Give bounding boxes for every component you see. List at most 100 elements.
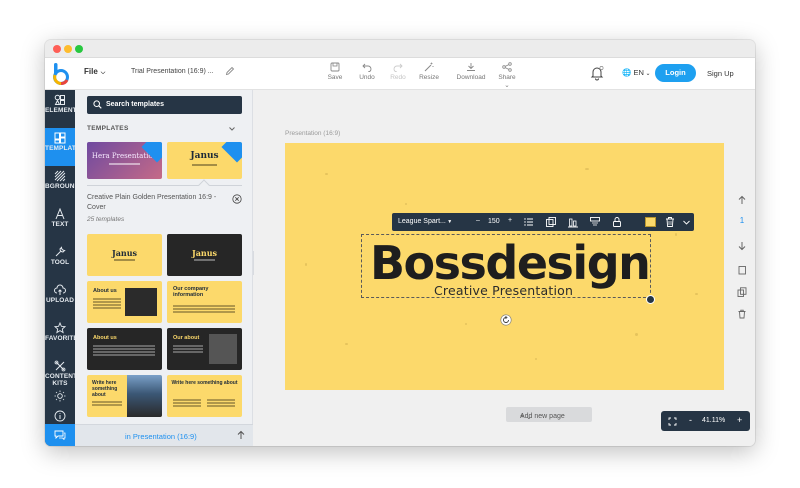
color-swatch[interactable] xyxy=(645,217,656,227)
nav-templates[interactable]: TEMPLATES xyxy=(45,128,75,166)
nav-tool[interactable]: TOOL xyxy=(45,242,75,280)
thumb-text-lines xyxy=(93,298,121,300)
document-title[interactable]: Trial Presentation (16:9) ... xyxy=(131,68,217,75)
thumb-image xyxy=(209,334,237,364)
template-grid-icon xyxy=(54,132,66,144)
paint-roller-icon[interactable] xyxy=(589,216,601,228)
arrow-down-icon xyxy=(738,242,746,251)
rotate-icon[interactable] xyxy=(500,314,512,326)
slide-thumb-about-dark[interactable]: About us xyxy=(87,328,162,370)
font-size-increase-button[interactable]: + xyxy=(508,217,512,224)
caret-down-icon: ▼ xyxy=(445,219,453,225)
slide-thumb-write-photo[interactable]: Write here something about xyxy=(87,375,162,417)
minimize-window-button[interactable] xyxy=(64,45,72,53)
nav-background[interactable]: BGROUND xyxy=(45,166,75,204)
download-button[interactable]: Download xyxy=(454,62,488,88)
duplicate-page-button[interactable] xyxy=(735,284,749,298)
file-menu[interactable]: File ⌵ xyxy=(84,67,105,77)
template-thumb-hera[interactable]: Hera Presentation xyxy=(87,142,162,179)
zoom-level: 41.11% xyxy=(702,417,726,424)
nav-text-label: TEXT xyxy=(51,221,69,228)
font-family-value: League Spart... xyxy=(398,218,446,225)
share-icon xyxy=(502,62,512,72)
page-icon xyxy=(738,266,746,275)
redo-button[interactable]: Redo xyxy=(381,62,415,88)
duplicate-icon[interactable] xyxy=(545,216,557,228)
texture-speck xyxy=(675,233,677,236)
zoom-out-button[interactable]: - xyxy=(689,415,692,425)
delete-page-button[interactable] xyxy=(735,306,749,320)
template-thumb-janus[interactable]: Janus xyxy=(167,142,242,179)
slide-thumb-company[interactable]: Our company information xyxy=(167,281,242,323)
more-options-icon[interactable] xyxy=(682,216,691,228)
close-window-button[interactable] xyxy=(53,45,61,53)
thumb-photo xyxy=(127,375,162,417)
chevron-down-icon[interactable] xyxy=(227,124,237,134)
slide-headline[interactable]: Bossdesign xyxy=(370,236,651,290)
font-size-decrease-button[interactable]: – xyxy=(476,217,480,224)
presentation-link[interactable]: in Presentation (16:9) xyxy=(125,432,197,441)
slide-thumb-cover-dark[interactable]: Janus xyxy=(167,234,242,276)
font-family-select[interactable]: League Spart... ▼ xyxy=(398,218,452,225)
move-page-down-button[interactable] xyxy=(735,238,749,252)
pencil-icon[interactable] xyxy=(225,66,235,76)
slide-thumb-cover-light[interactable]: Janus xyxy=(87,234,162,276)
nav-text[interactable]: TEXT xyxy=(45,204,75,242)
nav-elements[interactable]: ELEMENTS xyxy=(45,90,75,128)
lock-icon[interactable] xyxy=(611,216,623,228)
texture-speck xyxy=(325,173,328,175)
nav-favorites[interactable]: FAVORITES xyxy=(45,318,75,356)
chat-button[interactable] xyxy=(45,424,75,446)
signup-link[interactable]: Sign Up xyxy=(707,69,734,78)
share-button[interactable]: Share ⌄ xyxy=(490,62,524,89)
search-placeholder: Search templates xyxy=(106,101,164,108)
language-selector[interactable]: 🌐 EN ⌄ xyxy=(622,68,651,77)
move-page-up-button[interactable] xyxy=(735,192,749,206)
templates-panel: Search templates TEMPLATES Hera Presenta… xyxy=(75,90,253,446)
zoom-in-button[interactable]: + xyxy=(737,415,742,425)
slide-canvas[interactable]: Bossdesign Creative Presentation xyxy=(285,143,724,390)
divider xyxy=(87,185,242,186)
save-button[interactable]: Save xyxy=(318,62,352,88)
resize-button[interactable]: Resize xyxy=(412,62,446,88)
trash-icon[interactable] xyxy=(664,216,676,228)
close-icon[interactable] xyxy=(232,194,242,204)
info-button[interactable] xyxy=(45,406,75,422)
list-icon[interactable] xyxy=(523,216,535,228)
slide-thumb-title: About us xyxy=(93,288,117,294)
bell-icon[interactable] xyxy=(590,65,604,81)
maximize-window-button[interactable] xyxy=(75,45,83,53)
align-icon[interactable] xyxy=(567,216,579,228)
sun-icon xyxy=(54,390,66,402)
arrow-up-icon[interactable] xyxy=(236,430,246,440)
logo-icon[interactable] xyxy=(50,61,72,87)
content-kits-icon xyxy=(54,360,66,372)
thumb-subtitle-line xyxy=(194,259,215,261)
font-size-value[interactable]: 150 xyxy=(488,218,500,225)
slide-thumb-about[interactable]: About us xyxy=(87,281,162,323)
add-blank-page-button[interactable] xyxy=(735,262,749,276)
chevron-down-icon: ⌄ xyxy=(526,414,532,421)
resize-handle[interactable] xyxy=(646,295,655,304)
undo-icon xyxy=(362,63,372,72)
texture-speck xyxy=(585,168,589,170)
thumb-subtitle-line xyxy=(192,164,217,166)
undo-label: Undo xyxy=(359,74,375,81)
login-button[interactable]: Login xyxy=(655,64,696,82)
search-templates-input[interactable]: Search templates xyxy=(87,96,242,114)
undo-button[interactable]: Undo xyxy=(350,62,384,88)
nav-upload[interactable]: UPLOAD xyxy=(45,280,75,318)
templates-section-label: TEMPLATES xyxy=(87,125,129,132)
wrench-icon xyxy=(55,246,66,257)
slide-thumb-write-text[interactable]: Write here something about xyxy=(167,375,242,417)
arrow-up-icon xyxy=(738,195,746,204)
theme-toggle[interactable] xyxy=(45,386,75,402)
texture-speck xyxy=(405,203,407,205)
fit-screen-icon[interactable] xyxy=(668,417,677,426)
info-icon xyxy=(54,410,66,422)
magic-wand-icon xyxy=(424,62,434,72)
add-new-page-button[interactable]: + Add new page ⌄ xyxy=(506,407,592,422)
slide-subheadline[interactable]: Creative Presentation xyxy=(434,283,573,298)
language-label: EN xyxy=(633,68,644,77)
slide-thumb-our-about[interactable]: Our about xyxy=(167,328,242,370)
